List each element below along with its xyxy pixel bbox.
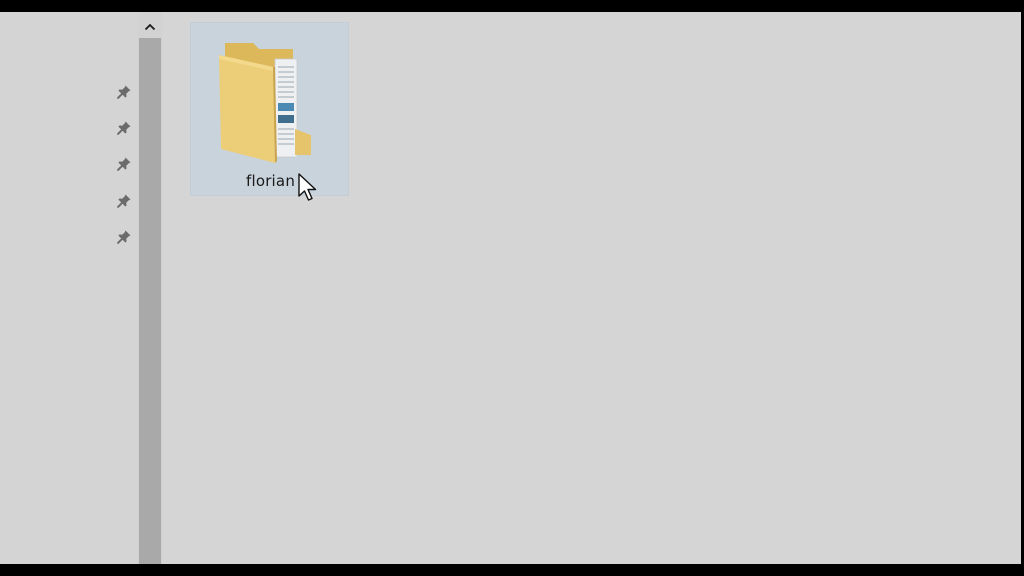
mouse-cursor-icon [297,172,319,202]
pin-icon[interactable] [116,120,132,136]
file-explorer-window: florian [0,12,1021,564]
chevron-up-icon [144,16,156,35]
scroll-thumb[interactable] [139,38,161,564]
file-list-area[interactable]: florian [162,12,1021,564]
pin-icon[interactable] [116,156,132,172]
folder-icon [219,37,319,163]
pin-icon[interactable] [116,84,132,100]
folder-name-label: florian [245,172,296,190]
pin-icon[interactable] [116,193,132,209]
pin-icon[interactable] [116,229,132,245]
folder-item[interactable]: florian [190,22,349,196]
scroll-up-button[interactable] [138,12,162,38]
vertical-scrollbar[interactable] [138,12,162,564]
navigation-pane [0,12,138,564]
